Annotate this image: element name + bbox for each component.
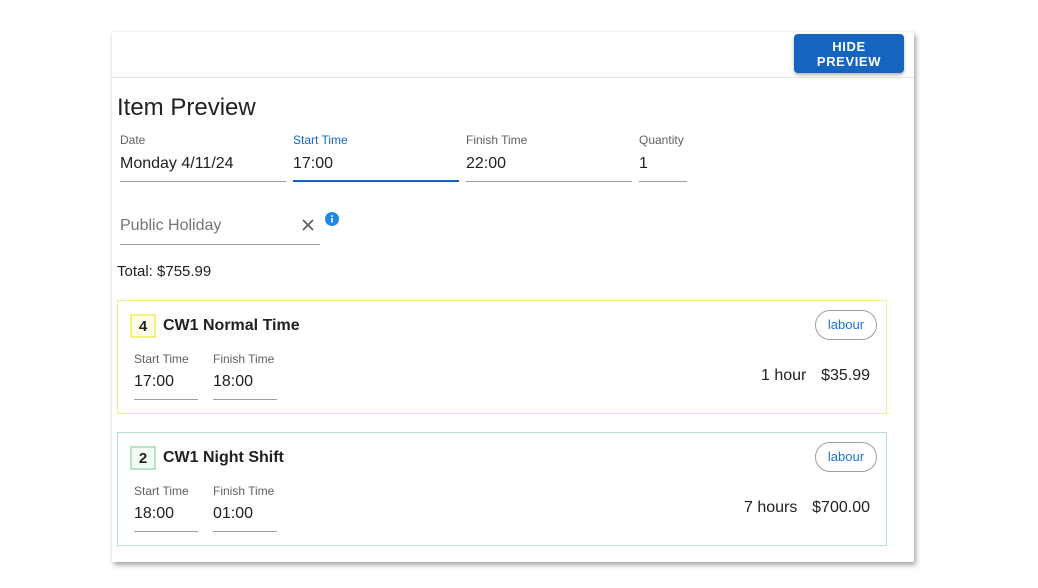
item-duration: 1 hour: [761, 367, 807, 384]
date-field[interactable]: Date Monday 4/11/24: [120, 133, 286, 182]
item-name: CW1 Night Shift: [163, 449, 284, 466]
public-holiday-placeholder: Public Holiday: [120, 217, 222, 234]
close-icon[interactable]: [300, 217, 316, 233]
item-preview-panel: HIDE PREVIEW Item Preview Date Monday 4/…: [112, 32, 914, 562]
line-item-card: 4 CW1 Normal Time labour Start Time 17:0…: [117, 300, 887, 414]
item-finish-time-value[interactable]: 01:00: [213, 500, 277, 532]
item-start-time-field[interactable]: Start Time 17:00: [134, 352, 198, 400]
item-start-time-value[interactable]: 18:00: [134, 500, 198, 532]
item-amount: $700.00: [812, 499, 870, 516]
item-finish-time-field[interactable]: Finish Time 01:00: [213, 484, 277, 532]
item-finish-time-field[interactable]: Finish Time 18:00: [213, 352, 277, 400]
quantity-value[interactable]: 1: [639, 149, 687, 182]
item-name: CW1 Normal Time: [163, 317, 300, 334]
hide-preview-button[interactable]: HIDE PREVIEW: [794, 34, 904, 73]
finish-time-value[interactable]: 22:00: [466, 149, 632, 182]
finish-time-label: Finish Time: [466, 133, 528, 147]
page-title: Item Preview: [117, 94, 256, 121]
item-start-time-label: Start Time: [134, 352, 189, 366]
total-amount: Total: $755.99: [117, 263, 212, 280]
item-start-time-value[interactable]: 17:00: [134, 368, 198, 400]
info-icon[interactable]: [325, 212, 339, 226]
item-quantity-badge: 4: [130, 314, 156, 338]
start-time-field[interactable]: Start Time 17:00: [293, 133, 459, 182]
quantity-label: Quantity: [639, 133, 684, 147]
start-time-value[interactable]: 17:00: [293, 149, 459, 182]
item-finish-time-label: Finish Time: [213, 352, 275, 366]
item-quantity-badge: 2: [130, 446, 156, 470]
start-time-label: Start Time: [293, 133, 348, 147]
item-finish-time-value[interactable]: 18:00: [213, 368, 277, 400]
item-duration: 7 hours: [744, 499, 798, 516]
item-finish-time-label: Finish Time: [213, 484, 275, 498]
item-amount: $35.99: [821, 367, 870, 384]
public-holiday-select[interactable]: Public Holiday: [120, 214, 320, 245]
quantity-field[interactable]: Quantity 1: [639, 133, 687, 182]
item-start-time-label: Start Time: [134, 484, 189, 498]
item-start-time-field[interactable]: Start Time 18:00: [134, 484, 198, 532]
labour-tag-chip[interactable]: labour: [815, 310, 877, 340]
preview-toolbar: HIDE PREVIEW: [112, 32, 914, 78]
finish-time-field[interactable]: Finish Time 22:00: [466, 133, 632, 182]
date-value[interactable]: Monday 4/11/24: [120, 149, 286, 182]
line-item-card: 2 CW1 Night Shift labour Start Time 18:0…: [117, 432, 887, 546]
date-label: Date: [120, 133, 146, 147]
labour-tag-chip[interactable]: labour: [815, 442, 877, 472]
